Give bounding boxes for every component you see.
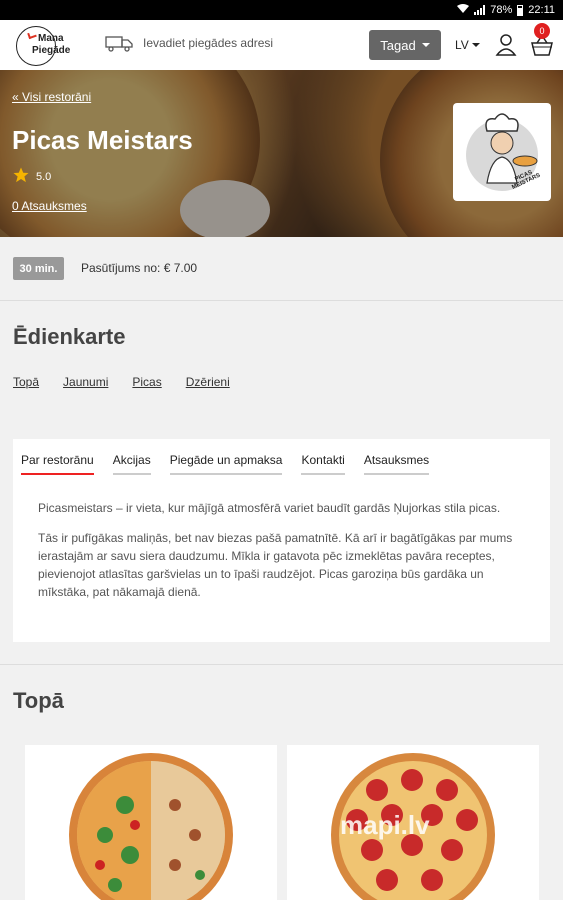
- tab-about[interactable]: Par restorānu: [21, 453, 94, 475]
- delivery-time-badge: 30 min.: [13, 257, 64, 280]
- minimum-order-text: Pasūtījums no: € 7.00: [81, 261, 198, 275]
- reviews-link[interactable]: 0 Atsauksmes: [12, 199, 87, 213]
- info-tabs: Par restorānu Akcijas Piegāde un apmaksa…: [21, 453, 430, 475]
- menu-category-links: Topā Jaunumi Picas Dzērieni: [13, 375, 230, 389]
- watermark: mapi.lv: [340, 810, 430, 840]
- delivery-truck-icon: [105, 34, 135, 52]
- cart-count-badge: 0: [534, 23, 550, 39]
- section-divider: [0, 664, 563, 665]
- wifi-icon: [457, 3, 470, 17]
- chevron-down-icon: [471, 43, 480, 47]
- tab-delivery-payment[interactable]: Piegāde un apmaksa: [169, 453, 283, 475]
- language-label: LV: [455, 38, 469, 52]
- address-placeholder: Ievadiet piegādes adresi: [143, 36, 274, 50]
- battery-icon: [517, 4, 524, 16]
- menu-category-top[interactable]: Topā: [13, 375, 39, 389]
- status-bar: 78% 22:11: [0, 0, 563, 20]
- restaurant-title: Picas Meistars: [12, 125, 193, 155]
- star-icon: [12, 166, 30, 187]
- about-paragraph: Tās ir pufīgākas maliņās, bet nav biezas…: [38, 531, 513, 599]
- menu-category-new[interactable]: Jaunumi: [63, 375, 108, 389]
- about-paragraph: Picasmeistars – ir vieta, kur mājīgā atm…: [38, 501, 501, 515]
- menu-category-pizzas[interactable]: Picas: [132, 375, 161, 389]
- chevron-down-icon: [421, 43, 430, 47]
- clock: 22:11: [528, 4, 555, 16]
- restaurant-info-bar: 30 min. Pasūtījums no: € 7.00: [0, 237, 563, 301]
- delivery-time-label: Tagad: [380, 37, 416, 53]
- top-section-title: Topā: [13, 688, 64, 713]
- restaurant-logo: PICAS MEISTARS: [453, 103, 551, 201]
- menu-category-drinks[interactable]: Dzērieni: [186, 375, 230, 389]
- restaurant-info-card: Par restorānu Akcijas Piegāde un apmaksa…: [13, 439, 550, 642]
- restaurant-rating: 5.0: [12, 166, 51, 187]
- signal-icon: [474, 5, 486, 15]
- logo-text-line2: Piegāde: [32, 45, 71, 56]
- product-card[interactable]: [25, 745, 277, 900]
- user-account-icon[interactable]: [495, 33, 517, 57]
- battery-percent: 78%: [490, 4, 513, 16]
- all-restaurants-link[interactable]: « Visi restorāni: [12, 90, 91, 104]
- site-logo[interactable]: Mana Piegāde: [14, 23, 74, 67]
- tab-reviews[interactable]: Atsauksmes: [363, 453, 430, 475]
- rating-value: 5.0: [36, 170, 52, 183]
- logo-text-line1: Mana: [38, 33, 64, 44]
- language-selector[interactable]: LV: [455, 38, 480, 52]
- tab-contacts[interactable]: Kontakti: [301, 453, 345, 475]
- tab-promotions[interactable]: Akcijas: [112, 453, 151, 475]
- about-text: Picasmeistars – ir vieta, kur mājīgā atm…: [38, 499, 528, 613]
- pizza-half-half-image: [69, 753, 233, 900]
- top-header: Mana Piegāde Ievadiet piegādes adresi Ta…: [0, 20, 563, 70]
- delivery-address-field[interactable]: Ievadiet piegādes adresi: [105, 34, 273, 52]
- delivery-time-dropdown[interactable]: Tagad: [369, 30, 441, 60]
- menu-title: Ēdienkarte: [13, 324, 126, 349]
